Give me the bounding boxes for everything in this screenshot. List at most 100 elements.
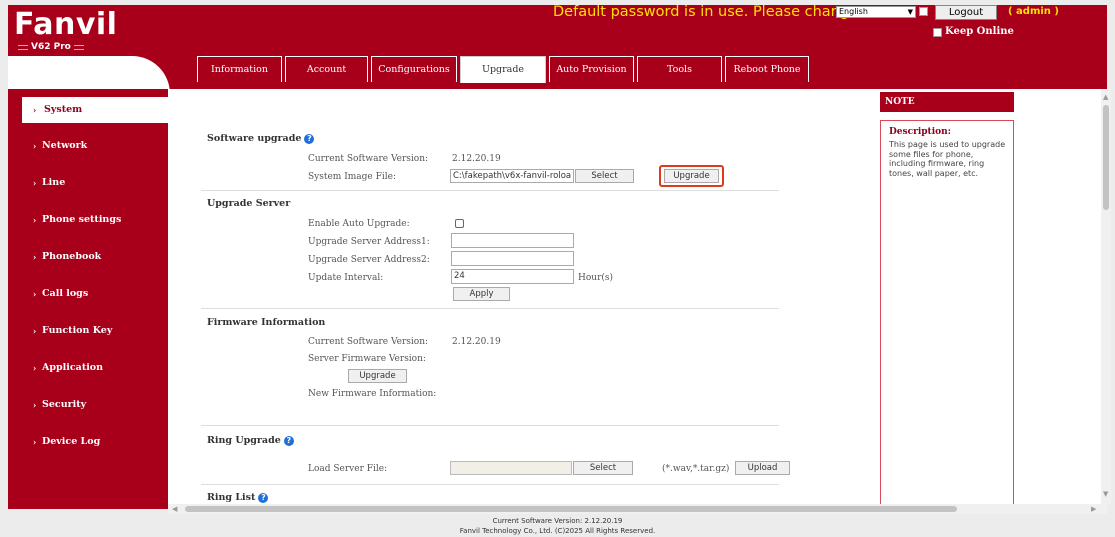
- footer-copyright: Fanvil Technology Co., Ltd. (C)2025 All …: [459, 527, 656, 535]
- scroll-up-icon[interactable]: ▲: [1103, 93, 1108, 101]
- system-image-label: System Image File:: [308, 172, 396, 182]
- keep-online-label: Keep Online: [945, 26, 1014, 37]
- note-header: NOTE: [880, 92, 1014, 112]
- sidebar: › System › Network › Line › Phone settin…: [8, 89, 168, 509]
- sidebar-item-network[interactable]: › Network: [8, 133, 168, 159]
- chevron-right-icon: ›: [33, 141, 37, 151]
- ring-upload-button[interactable]: Upload: [735, 461, 790, 475]
- scroll-right-icon[interactable]: ▶: [1091, 505, 1096, 513]
- chevron-right-icon: ›: [33, 326, 37, 336]
- horizontal-scroll-thumb[interactable]: [185, 506, 957, 512]
- tab-auto-provision[interactable]: Auto Provision: [549, 56, 634, 82]
- note-description-title: Description:: [889, 127, 951, 137]
- sidebar-item-line[interactable]: › Line: [8, 170, 168, 196]
- new-firmware-label: New Firmware Information:: [308, 389, 437, 399]
- upgrade-button[interactable]: Upgrade: [664, 169, 719, 183]
- logout-button[interactable]: Logout: [935, 5, 997, 20]
- sidebar-item-device-log[interactable]: › Device Log: [8, 429, 168, 455]
- help-icon[interactable]: ?: [283, 435, 294, 446]
- auto-upgrade-label: Enable Auto Upgrade:: [308, 219, 410, 229]
- sidebar-item-function-key[interactable]: › Function Key: [8, 318, 168, 344]
- chevron-right-icon: ›: [33, 215, 37, 225]
- footer-version: Current Software Version: 2.12.20.19: [492, 517, 623, 525]
- app-root: Fanvil V62 Pro Default password is in us…: [0, 0, 1115, 537]
- tab-information[interactable]: Information: [197, 56, 282, 82]
- ring-select-button[interactable]: Select: [573, 461, 633, 475]
- system-image-path[interactable]: C:\fakepath\v6x-fanvil-roloa: [450, 169, 574, 183]
- chevron-right-icon: ›: [33, 289, 37, 299]
- tab-reboot-phone[interactable]: Reboot Phone: [725, 56, 809, 82]
- help-icon[interactable]: ?: [304, 133, 315, 144]
- chevron-right-icon: ›: [33, 178, 37, 188]
- sidebar-item-label: System: [44, 104, 83, 115]
- chevron-down-icon: ▼: [907, 8, 913, 16]
- top-tabs: Information Account Configurations Upgra…: [197, 56, 812, 83]
- divider: [201, 484, 779, 485]
- footer: Current Software Version: 2.12.20.19 Fan…: [8, 514, 1107, 537]
- header-checkbox[interactable]: [919, 7, 928, 16]
- server-address1-label: Upgrade Server Address1:: [308, 237, 430, 247]
- ring-ext-hint: (*.wav,*.tar.gz): [662, 464, 730, 474]
- divider: [201, 425, 779, 426]
- upgrade-server-title: Upgrade Server: [207, 198, 291, 209]
- vertical-scroll-thumb[interactable]: [1103, 105, 1109, 210]
- language-select[interactable]: English ▼: [836, 6, 916, 18]
- tab-upgrade[interactable]: Upgrade: [460, 56, 546, 83]
- sidebar-item-label: Call logs: [42, 288, 89, 299]
- model-bars-right: [73, 44, 84, 50]
- sidebar-item-label: Application: [42, 362, 104, 373]
- firmware-current-label: Current Software Version:: [308, 337, 429, 347]
- sidebar-item-label: Phonebook: [42, 251, 102, 262]
- chevron-right-icon: ›: [33, 437, 37, 447]
- sidebar-item-label: Security: [42, 399, 87, 410]
- help-icon[interactable]: ?: [258, 492, 269, 503]
- sidebar-item-application[interactable]: › Application: [8, 355, 168, 381]
- update-interval-label: Update Interval:: [308, 273, 384, 283]
- sidebar-item-label: Line: [42, 177, 66, 188]
- scroll-down-icon[interactable]: ▼: [1103, 490, 1108, 498]
- sidebar-item-security[interactable]: › Security: [8, 392, 168, 418]
- user-label: ( admin ): [1008, 6, 1059, 17]
- firmware-upgrade-button[interactable]: Upgrade: [348, 369, 407, 383]
- chevron-right-icon: ›: [33, 252, 37, 262]
- server-firmware-label: Server Firmware Version:: [308, 354, 426, 364]
- chevron-right-icon: ›: [33, 105, 37, 115]
- server-address2-input[interactable]: [451, 251, 574, 266]
- section-title-text: Ring Upgrade: [207, 435, 281, 446]
- tab-tools[interactable]: Tools: [637, 56, 722, 82]
- keep-online-checkbox[interactable]: [933, 28, 942, 37]
- server-address2-label: Upgrade Server Address2:: [308, 255, 430, 265]
- chevron-right-icon: ›: [33, 400, 37, 410]
- tab-configurations[interactable]: Configurations: [371, 56, 457, 82]
- select-image-button[interactable]: Select: [575, 169, 634, 183]
- sidebar-item-phonebook[interactable]: › Phonebook: [8, 244, 168, 270]
- tab-account[interactable]: Account: [285, 56, 368, 82]
- sidebar-item-call-logs[interactable]: › Call logs: [8, 281, 168, 307]
- sidebar-item-label: Function Key: [42, 325, 113, 336]
- sidebar-item-phone-settings[interactable]: › Phone settings: [8, 207, 168, 233]
- update-interval-input[interactable]: 24: [451, 269, 574, 284]
- model-name: V62 Pro: [31, 42, 71, 52]
- load-server-file-label: Load Server File:: [308, 464, 388, 474]
- note-box: [880, 120, 1014, 510]
- section-title-text: Software upgrade: [207, 133, 302, 144]
- divider: [201, 190, 779, 191]
- update-interval-unit: Hour(s): [578, 273, 614, 283]
- current-version-label: Current Software Version:: [308, 154, 429, 164]
- password-warning: Default password is in use. Please chang…: [553, 4, 858, 20]
- current-version-value: 2.12.20.19: [452, 154, 501, 164]
- ring-file-input[interactable]: [450, 461, 572, 475]
- logo: Fanvil: [14, 7, 118, 42]
- section-title-text: Ring List: [207, 492, 256, 503]
- apply-button[interactable]: Apply: [453, 287, 510, 301]
- firmware-current-value: 2.12.20.19: [452, 337, 501, 347]
- server-address1-input[interactable]: [451, 233, 574, 248]
- scroll-left-icon[interactable]: ◀: [172, 505, 177, 513]
- sidebar-item-system[interactable]: › System: [22, 97, 168, 123]
- language-value: English: [839, 7, 868, 16]
- note-description-text: This page is used to upgrade some files …: [889, 140, 1006, 178]
- auto-upgrade-checkbox[interactable]: [455, 219, 464, 228]
- model-label: V62 Pro: [18, 42, 84, 52]
- ring-list-title: Ring List ?: [207, 492, 269, 503]
- software-upgrade-title: Software upgrade ?: [207, 133, 315, 144]
